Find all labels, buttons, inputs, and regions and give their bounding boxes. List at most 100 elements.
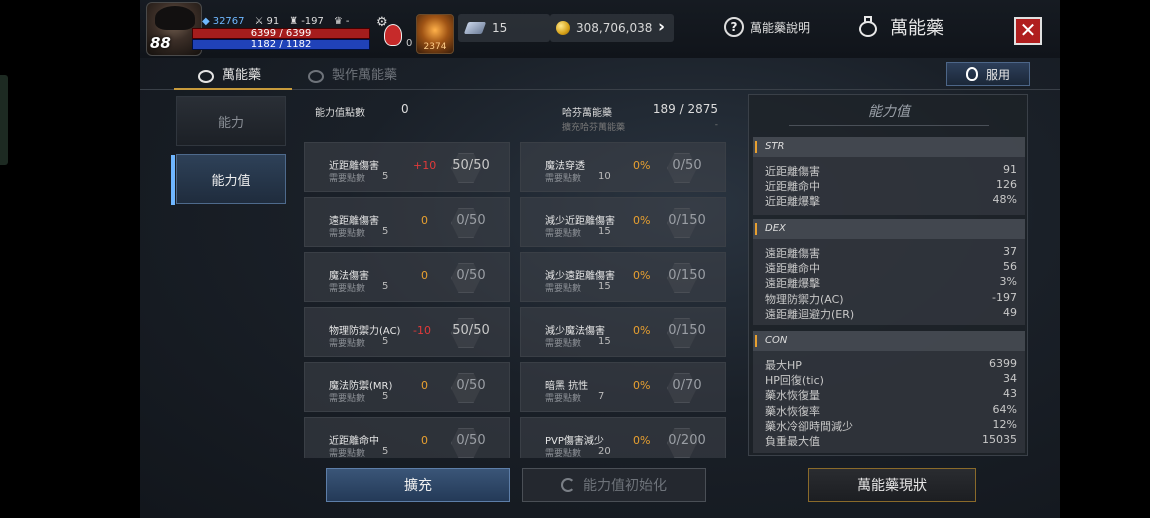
stat-card-name: 物理防禦力(AC) — [329, 326, 401, 337]
expand-button-label: 擴充 — [404, 478, 432, 494]
stat-card-progress: 0/200 — [668, 433, 706, 448]
stat-group-con: CON 最大HP 6399 HP回復(tic) 34 藥水恢復量 43 藥水恢復率 64% 藥水冷… — [753, 331, 1025, 453]
required-points-value: 20 — [598, 446, 611, 457]
side-nav: 能力 能力值 — [170, 96, 288, 456]
stat-card-name: 減少遠距離傷害 — [545, 271, 615, 282]
required-points-label: 需要點數 — [329, 394, 366, 404]
stat-row-label: 近距離爆擊 — [765, 195, 820, 209]
side-item-ability-label: 能力 — [217, 115, 244, 131]
stat-card-progress: 0/150 — [668, 213, 706, 228]
refresh-icon — [561, 478, 575, 492]
help-button[interactable]: ? 萬能藥說明 — [724, 17, 810, 37]
tab-craft-elixir[interactable]: 製作萬能藥 — [306, 64, 397, 83]
stats-panel-title: 能力值 — [749, 101, 1027, 126]
required-points-value: 15 — [598, 281, 611, 292]
stat-row-value: 3% — [999, 275, 1017, 289]
stat-row-value: 91 — [1003, 163, 1017, 176]
hud-stats: ◆ 32767 ⚔ 91 ♜ -197 ♛ - — [202, 14, 349, 28]
stat-group-header: DEX — [753, 219, 1025, 239]
stat-row-value: 37 — [1003, 245, 1017, 258]
attack-stat: ⚔ 91 — [255, 16, 280, 27]
buff-timer: 2374 — [423, 42, 447, 52]
trophy-value: - — [345, 15, 350, 27]
use-button[interactable]: 服用 — [946, 62, 1030, 86]
stat-group-name: STR — [765, 141, 785, 152]
top-hud: 88 ◆ 32767 ⚔ 91 ♜ -197 ♛ - 6399 / 6399 1182 … — [140, 0, 1060, 58]
tab-elixir[interactable]: 萬能藥 — [173, 64, 293, 90]
stat-card-bonus: 0% — [633, 269, 651, 282]
stat-card-progress: 50/50 — [452, 323, 490, 338]
mp-text: 1182 / 1182 — [250, 39, 312, 50]
required-points-value: 15 — [598, 226, 611, 237]
stat-row: HP回復(tic) 34 — [765, 372, 1017, 387]
stat-group-name: DEX — [765, 223, 786, 234]
stat-card-bonus: 0 — [421, 434, 428, 447]
stat-row: 藥水恢復率 64% — [765, 403, 1017, 418]
stat-card-bonus: 0% — [633, 159, 651, 172]
trophy-icon: ♛ — [333, 15, 343, 27]
help-label: 萬能藥說明 — [750, 20, 811, 35]
stat-card[interactable]: 近距離命中 需要點數 5 0 0/50 — [304, 417, 510, 458]
expand-button[interactable]: 擴充 — [326, 468, 510, 502]
required-points-value: 5 — [382, 226, 389, 237]
crystal-amount: 15 — [492, 21, 508, 35]
stat-card-name: 近距離傷害 — [329, 161, 379, 172]
elixir-icon — [856, 15, 880, 39]
chevron-right-icon[interactable]: › — [658, 17, 665, 37]
stat-card[interactable]: 遠距離傷害 需要點數 5 0 0/50 — [304, 197, 510, 247]
halfen-value: 189 / 2875 — [652, 102, 718, 116]
side-item-stats[interactable]: 能力值 — [171, 154, 286, 205]
stat-card[interactable]: 近距離傷害 需要點數 5 +10 50/50 — [304, 142, 510, 192]
stat-row: 遠距離迴避力(ER) 49 — [765, 306, 1017, 321]
stat-card[interactable]: 減少近距離傷害 需要點數 15 0% 0/150 — [520, 197, 726, 247]
close-button[interactable]: ✕ — [1014, 17, 1042, 45]
stat-card-name: 遠距離傷害 — [329, 216, 379, 227]
potion-slot[interactable]: 0 — [376, 16, 412, 52]
potion-use-icon — [965, 67, 978, 81]
stat-row-value: 126 — [996, 178, 1017, 192]
stat-row-label: 近距離傷害 — [765, 165, 820, 178]
required-points-value: 10 — [598, 171, 611, 182]
halfen-label: 哈芬萬能藥 — [562, 108, 612, 119]
required-points-label: 需要點數 — [329, 174, 366, 184]
stat-card[interactable]: PVP傷害減少 需要點數 20 0% 0/200 — [520, 417, 726, 458]
buff-slot[interactable]: 2374 — [416, 14, 454, 54]
required-points-value: 5 — [382, 171, 389, 182]
stat-group-dex: DEX 遠距離傷害 37 遠距離命中 56 遠距離爆擊 3% 物理防禦力(AC) -197 遠距離… — [753, 219, 1025, 325]
stat-card-name: 魔法穿透 — [545, 161, 585, 172]
stat-card[interactable]: 魔法防禦(MR) 需要點數 5 0 0/50 — [304, 362, 510, 412]
stat-card-bonus: 0 — [421, 269, 428, 282]
required-points-label: 需要點數 — [329, 229, 366, 239]
stat-row-value: 49 — [1003, 305, 1017, 319]
stat-row-label: 近距離命中 — [765, 180, 820, 194]
trophy-stat: ♛ - — [334, 16, 350, 27]
elixir-status-button[interactable]: 萬能藥現狀 — [808, 468, 976, 502]
required-points-label: 需要點數 — [329, 449, 366, 458]
reset-stats-button[interactable]: 能力值初始化 — [522, 468, 706, 502]
stat-card[interactable]: 物理防禦力(AC) 需要點數 5 -10 50/50 — [304, 307, 510, 357]
stat-card-bonus: 0 — [421, 379, 428, 392]
stat-group-name: CON — [765, 335, 788, 346]
stat-card[interactable]: 魔法穿透 需要點數 10 0% 0/50 — [520, 142, 726, 192]
exp-icon: ◆ — [202, 15, 210, 27]
mp-bar: 1182 / 1182 — [192, 39, 370, 50]
stat-card[interactable]: 減少魔法傷害 需要點數 15 0% 0/150 — [520, 307, 726, 357]
left-bezel — [0, 0, 140, 518]
sword-icon: ⚔ — [254, 15, 264, 27]
stat-row-value: 6399 — [989, 357, 1017, 370]
stat-card-bonus: 0% — [633, 379, 651, 392]
stat-row: 藥水冷卻時間減少 12% — [765, 418, 1017, 433]
side-item-ability[interactable]: 能力 — [176, 96, 286, 146]
stat-card[interactable]: 減少遠距離傷害 需要點數 15 0% 0/150 — [520, 252, 726, 302]
stat-card[interactable]: 魔法傷害 需要點數 5 0 0/50 — [304, 252, 510, 302]
stat-card-bonus: -10 — [413, 324, 431, 337]
stat-points-value: 0 — [401, 102, 409, 116]
stat-card-progress: 0/50 — [456, 268, 486, 283]
stat-group-header: STR — [753, 137, 1025, 157]
stat-cards: 近距離傷害 需要點數 5 +10 50/50 遠距離傷害 需要點數 5 0 0/50 魔法傷害 需要點… — [304, 142, 730, 458]
stat-row: 最大HP 6399 — [765, 357, 1017, 372]
stat-card-bonus: +10 — [413, 159, 437, 172]
stat-row-label: 藥水恢復率 — [765, 404, 820, 418]
stat-card[interactable]: 暗黑 抗性 需要點數 7 0% 0/70 — [520, 362, 726, 412]
stat-row: 近距離命中 126 — [765, 178, 1017, 193]
